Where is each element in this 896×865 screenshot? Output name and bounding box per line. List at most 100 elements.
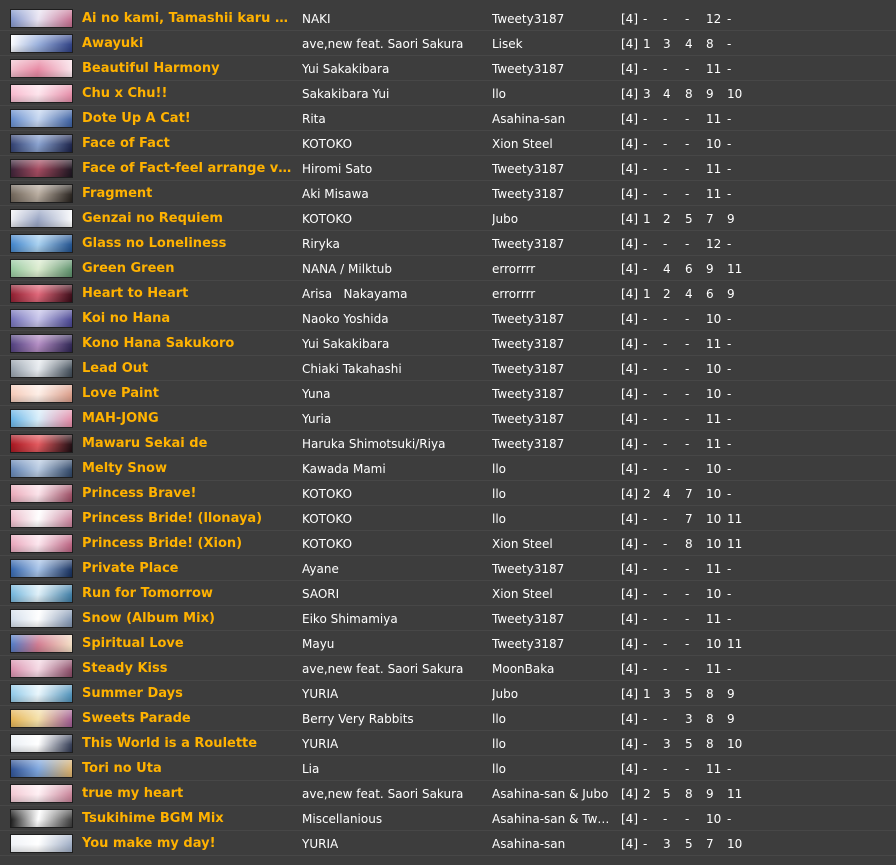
song-row[interactable]: Dote Up A Cat! Rita Asahina-san [4] - - -11- (0, 106, 896, 131)
song-banner-image[interactable] (10, 834, 73, 853)
song-row[interactable]: true my heart ave,new feat. Saori Sakura A… (0, 781, 896, 806)
song-row[interactable]: Kono Hana Sakukoro Yui Sakakibara Tweety31… (0, 331, 896, 356)
song-title[interactable]: Lead Out (82, 361, 300, 376)
song-banner-image[interactable] (10, 809, 73, 828)
song-title[interactable]: Heart to Heart (82, 286, 300, 301)
song-banner-image[interactable] (10, 259, 73, 278)
song-title[interactable]: Snow (Album Mix) (82, 611, 300, 626)
song-banner-image[interactable] (10, 34, 73, 53)
song-title[interactable]: Kono Hana Sakukoro (82, 336, 300, 351)
song-banner-image[interactable] (10, 484, 73, 503)
song-title[interactable]: Spiritual Love (82, 636, 300, 651)
song-banner-image[interactable] (10, 409, 73, 428)
song-row[interactable]: Heart to Heart Arisa Nakayama errorrrr [4] 1… (0, 281, 896, 306)
song-row[interactable]: Snow (Album Mix) Eiko Shimamiya Tweety3187… (0, 606, 896, 631)
song-banner-image[interactable] (10, 659, 73, 678)
song-title[interactable]: This World is a Roulette (82, 736, 300, 751)
song-row[interactable]: Love Paint Yuna Tweety3187 [4] - - -10- (0, 381, 896, 406)
song-banner-image[interactable] (10, 159, 73, 178)
song-title[interactable]: Chu x Chu!! (82, 86, 300, 101)
song-title[interactable]: Green Green (82, 261, 300, 276)
song-title[interactable]: Sweets Parade (82, 711, 300, 726)
song-row[interactable]: This World is a Roulette YURIA llo [4] - 3 5 8 1… (0, 731, 896, 756)
song-row[interactable]: Lead Out Chiaki Takahashi Tweety3187 [4] - - -… (0, 356, 896, 381)
song-banner-image[interactable] (10, 209, 73, 228)
song-title[interactable]: Dote Up A Cat! (82, 111, 300, 126)
song-row[interactable]: Summer Days YURIA Jubo [4] 1 3 5 8 9 (0, 681, 896, 706)
song-title[interactable]: Beautiful Harmony (82, 61, 300, 76)
song-row[interactable]: Tori no Uta Lia llo [4] - - -11- (0, 756, 896, 781)
song-title[interactable]: Steady Kiss (82, 661, 300, 676)
song-row[interactable]: MAH-JONG Yuria Tweety3187 [4] - - -11- (0, 406, 896, 431)
song-row[interactable]: Princess Bride! (llonaya) KOTOKO llo [4] - -7… (0, 506, 896, 531)
song-row[interactable]: Fragment Aki Misawa Tweety3187 [4] - - -11- (0, 181, 896, 206)
song-banner-image[interactable] (10, 134, 73, 153)
song-banner-image[interactable] (10, 334, 73, 353)
song-banner-image[interactable] (10, 459, 73, 478)
song-row[interactable]: Face of Fact-feel arrange ver.- Hiromi Sa… (0, 156, 896, 181)
song-row[interactable]: Glass no Loneliness Riryka Tweety3187 [4] - -… (0, 231, 896, 256)
song-title[interactable]: Summer Days (82, 686, 300, 701)
song-banner-image[interactable] (10, 109, 73, 128)
song-row[interactable]: Spiritual Love Mayu Tweety3187 [4] - - -10 11 (0, 631, 896, 656)
song-row[interactable]: Tsukihime BGM Mix Miscellanious Asahina-sa… (0, 806, 896, 831)
song-banner-image[interactable] (10, 184, 73, 203)
song-title[interactable]: Face of Fact (82, 136, 300, 151)
song-banner-image[interactable] (10, 434, 73, 453)
song-title[interactable]: Glass no Loneliness (82, 236, 300, 251)
song-row[interactable]: Genzai no Requiem KOTOKO Jubo [4] 1 2 5 7 9 (0, 206, 896, 231)
song-row[interactable]: Sweets Parade Berry Very Rabbits llo [4] - -3… (0, 706, 896, 731)
song-row[interactable]: Ai no kami, Tamashii karu mono ...NAKI Tw… (0, 6, 896, 31)
song-banner-image[interactable] (10, 709, 73, 728)
song-banner-image[interactable] (10, 359, 73, 378)
song-title[interactable]: Princess Bride! (llonaya) (82, 511, 300, 526)
song-row[interactable]: Private Place Ayane Tweety3187 [4] - - -11- (0, 556, 896, 581)
song-row[interactable]: Melty Snow Kawada Mami llo [4] - - -10- (0, 456, 896, 481)
song-banner-image[interactable] (10, 384, 73, 403)
song-row[interactable]: Steady Kiss ave,new feat. Saori Sakura Moo… (0, 656, 896, 681)
song-title[interactable]: Tori no Uta (82, 761, 300, 776)
song-banner-image[interactable] (10, 684, 73, 703)
song-banner-image[interactable] (10, 534, 73, 553)
song-banner-image[interactable] (10, 84, 73, 103)
song-title[interactable]: Melty Snow (82, 461, 300, 476)
song-title[interactable]: Face of Fact-feel arrange ver.- (82, 161, 300, 176)
song-banner-image[interactable] (10, 609, 73, 628)
song-title[interactable]: You make my day! (82, 836, 300, 851)
song-banner-image[interactable] (10, 234, 73, 253)
song-title[interactable]: Mawaru Sekai de (82, 436, 300, 451)
song-banner-image[interactable] (10, 759, 73, 778)
song-row[interactable]: Princess Brave! KOTOKO llo [4] 2 4 7 10- (0, 481, 896, 506)
song-title[interactable]: Awayuki (82, 36, 300, 51)
song-title[interactable]: Genzai no Requiem (82, 211, 300, 226)
song-title[interactable]: Tsukihime BGM Mix (82, 811, 300, 826)
song-row[interactable]: Chu x Chu!! Sakakibara Yui llo [4] 3 4 8 9 10 (0, 81, 896, 106)
song-title[interactable]: Ai no kami, Tamashii karu mono ... (82, 11, 300, 26)
song-banner-image[interactable] (10, 509, 73, 528)
song-title[interactable]: Love Paint (82, 386, 300, 401)
song-row[interactable]: Awayuki ave,new feat. Saori Sakura Lisek [4… (0, 31, 896, 56)
song-title[interactable]: Koi no Hana (82, 311, 300, 326)
song-banner-image[interactable] (10, 584, 73, 603)
song-banner-image[interactable] (10, 9, 73, 28)
song-row[interactable]: Green Green NANA / Milktub errorrrr [4] - 4 6 9… (0, 256, 896, 281)
song-row[interactable]: Face of Fact KOTOKO Xion Steel [4] - - -10- (0, 131, 896, 156)
song-row[interactable]: Mawaru Sekai de Haruka Shimotsuki/Riya Twe… (0, 431, 896, 456)
song-title[interactable]: Princess Brave! (82, 486, 300, 501)
song-banner-image[interactable] (10, 59, 73, 78)
song-row[interactable]: Princess Bride! (Xion) KOTOKO Xion Steel [4… (0, 531, 896, 556)
song-title[interactable]: true my heart (82, 786, 300, 801)
song-row[interactable]: You make my day! YURIA Asahina-san [4] - 3 5 7 1… (0, 831, 896, 856)
song-row[interactable]: Beautiful Harmony Yui Sakakibara Tweety318… (0, 56, 896, 81)
song-title[interactable]: Fragment (82, 186, 300, 201)
song-title[interactable]: MAH-JONG (82, 411, 300, 426)
song-title[interactable]: Run for Tomorrow (82, 586, 300, 601)
song-row[interactable]: Run for Tomorrow SAORI Xion Steel [4] - - -10- (0, 581, 896, 606)
song-title[interactable]: Private Place (82, 561, 300, 576)
song-banner-image[interactable] (10, 634, 73, 653)
song-banner-image[interactable] (10, 734, 73, 753)
song-banner-image[interactable] (10, 784, 73, 803)
song-banner-image[interactable] (10, 559, 73, 578)
song-row[interactable]: Koi no Hana Naoko Yoshida Tweety3187 [4] - - -… (0, 306, 896, 331)
song-title[interactable]: Princess Bride! (Xion) (82, 536, 300, 551)
